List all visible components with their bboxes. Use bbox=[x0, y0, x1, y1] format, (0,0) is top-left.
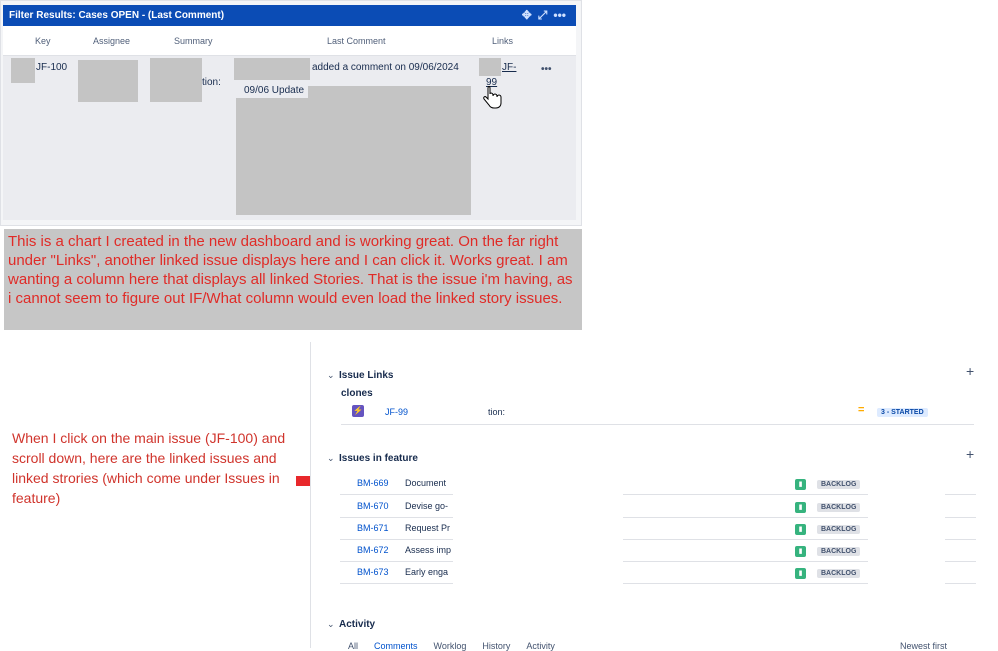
feature-issue-summary: Devise go- bbox=[405, 501, 449, 511]
tab-activity[interactable]: Activity bbox=[526, 641, 555, 651]
col-key[interactable]: Key bbox=[35, 36, 51, 46]
story-icon: ▮ bbox=[795, 479, 806, 490]
linked-issue-link-a[interactable]: JF- bbox=[502, 62, 516, 73]
tab-history[interactable]: History bbox=[482, 641, 510, 651]
story-icon: ▮ bbox=[795, 546, 806, 557]
comment-redaction bbox=[308, 86, 471, 98]
feature-icon: ⚡ bbox=[352, 405, 364, 417]
comment-text: 09/06 Update bbox=[244, 85, 305, 96]
feature-issue-list: BM-669 Document ▮ BACKLOG BM-670 Devise … bbox=[340, 474, 976, 584]
col-last-comment[interactable]: Last Comment bbox=[327, 36, 386, 46]
left-annotation: When I click on the main issue (JF-100) … bbox=[12, 430, 286, 506]
tab-all[interactable]: All bbox=[348, 641, 358, 651]
tab-comments[interactable]: Comments bbox=[374, 641, 418, 651]
add-link-icon[interactable]: + bbox=[966, 363, 974, 379]
chevron-down-icon: ⌄ bbox=[327, 453, 335, 463]
table-header: Key Assignee Summary Last Comment Links bbox=[3, 26, 576, 56]
feature-issue-key[interactable]: BM-670 bbox=[357, 501, 389, 511]
summary-link[interactable]: tion: bbox=[202, 77, 221, 88]
chevron-down-icon: ⌄ bbox=[327, 370, 335, 380]
col-summary[interactable]: Summary bbox=[174, 36, 213, 46]
more-icon[interactable]: ••• bbox=[553, 8, 566, 23]
gadget-title: Filter Results: Cases OPEN - (Last Comme… bbox=[9, 10, 225, 21]
status-badge[interactable]: 3 - STARTED bbox=[877, 408, 928, 417]
chevron-down-icon: ⌄ bbox=[327, 619, 335, 629]
assignee-redaction bbox=[78, 60, 138, 102]
gadget-header: Filter Results: Cases OPEN - (Last Comme… bbox=[3, 5, 576, 26]
expand-icon[interactable]: ⤢ bbox=[538, 8, 548, 23]
summary-redaction bbox=[150, 58, 202, 102]
status-badge[interactable]: BACKLOG bbox=[817, 547, 861, 556]
feature-issue-key[interactable]: BM-669 bbox=[357, 478, 389, 488]
story-icon: ▮ bbox=[795, 502, 806, 513]
status-badge[interactable]: BACKLOG bbox=[817, 480, 861, 489]
hand-cursor-icon bbox=[483, 86, 502, 109]
feature-issue-summary: Early enga bbox=[405, 567, 449, 577]
story-icon: ▮ bbox=[795, 524, 806, 535]
redaction bbox=[11, 58, 35, 83]
issues-in-feature-title: Issues in feature bbox=[339, 453, 418, 464]
status-badge[interactable]: BACKLOG bbox=[817, 569, 861, 578]
feature-issue-summary: Document bbox=[405, 478, 447, 488]
divider bbox=[341, 424, 974, 425]
add-issue-icon[interactable]: + bbox=[966, 446, 974, 462]
feature-issue-summary: Request Pr bbox=[405, 523, 451, 533]
tab-worklog[interactable]: Worklog bbox=[434, 641, 467, 651]
activity-tabs: All Comments Worklog History Activity bbox=[348, 641, 555, 651]
linked-issue-summary: tion: bbox=[488, 407, 506, 417]
story-icon: ▮ bbox=[795, 568, 806, 579]
link-redaction bbox=[479, 58, 501, 76]
issue-links-toggle[interactable]: ⌄ Issue Links bbox=[327, 365, 393, 383]
priority-medium-icon: = bbox=[858, 404, 865, 416]
col-links[interactable]: Links bbox=[492, 36, 513, 46]
sort-order-toggle[interactable]: Newest first bbox=[900, 641, 947, 651]
row-more-icon[interactable]: ••• bbox=[541, 64, 552, 75]
comment-meta: added a comment on 09/06/2024 bbox=[312, 62, 459, 73]
comment-body-redaction bbox=[236, 98, 471, 215]
col-assignee[interactable]: Assignee bbox=[93, 36, 130, 46]
move-icon[interactable]: ✥ bbox=[522, 8, 532, 23]
issue-links-title: Issue Links bbox=[339, 370, 394, 381]
feature-issue-key[interactable]: BM-671 bbox=[357, 523, 389, 533]
feature-issue-key[interactable]: BM-672 bbox=[357, 545, 389, 555]
status-badge[interactable]: BACKLOG bbox=[817, 503, 861, 512]
feature-issue-summary: Assess imp bbox=[405, 545, 452, 555]
activity-toggle[interactable]: ⌄ Activity bbox=[327, 614, 375, 632]
activity-title: Activity bbox=[339, 619, 376, 630]
linked-issue-key[interactable]: JF-99 bbox=[385, 407, 408, 417]
issue-key-link[interactable]: JF-100 bbox=[36, 62, 67, 73]
link-type-label: clones bbox=[341, 388, 373, 399]
feature-issue-key[interactable]: BM-673 bbox=[357, 567, 389, 577]
issues-in-feature-toggle[interactable]: ⌄ Issues in feature bbox=[327, 448, 418, 466]
status-badge[interactable]: BACKLOG bbox=[817, 525, 861, 534]
annotation-note: This is a chart I created in the new das… bbox=[4, 229, 582, 330]
comment-author-redaction bbox=[234, 58, 310, 80]
